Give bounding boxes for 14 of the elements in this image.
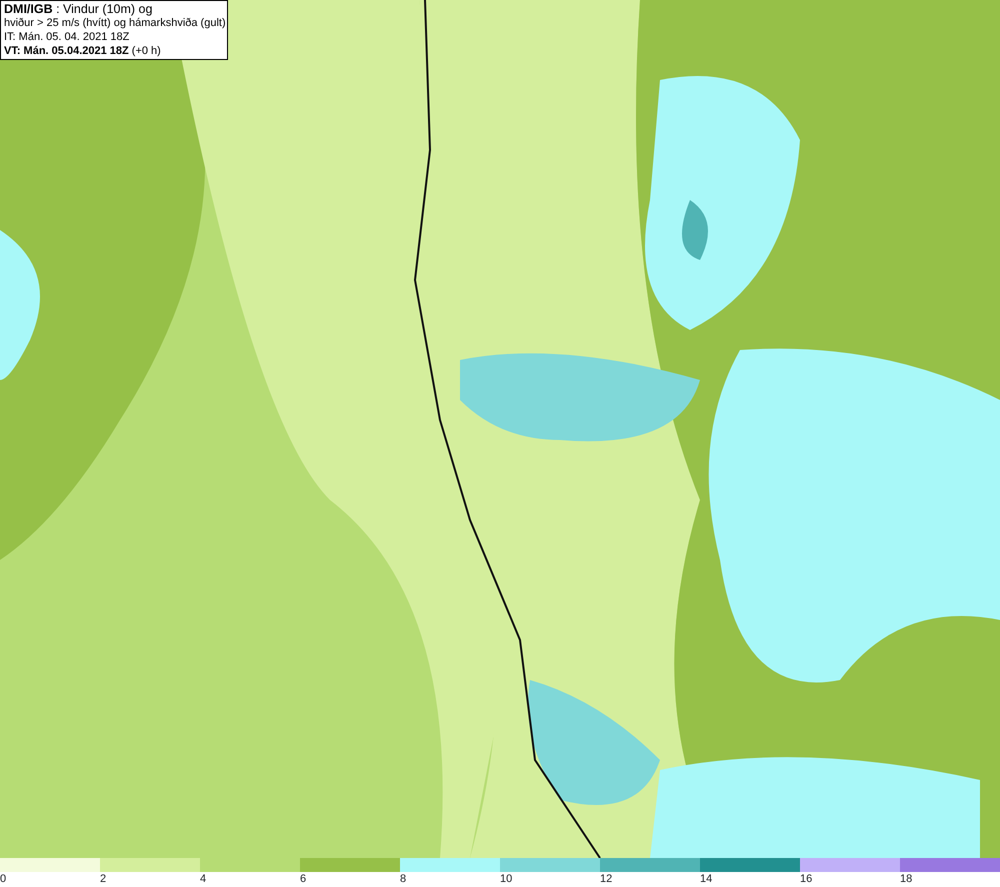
legend-label: 16: [800, 872, 812, 886]
legend-label: 6: [300, 872, 306, 886]
title-line: hviður > 25 m/s (hvítt) og hámarkshviða (gult): [4, 16, 224, 30]
legend-label: 0: [0, 872, 6, 886]
legend-label: 4: [200, 872, 206, 886]
title-line: IT: Mán. 05. 04. 2021 18Z: [4, 30, 130, 44]
legend-label: 14: [700, 872, 712, 886]
legend-label: 18: [900, 872, 912, 886]
legend-label: 12: [600, 872, 612, 886]
title-line: DMI/IGB : Vindur (10m) og: [4, 2, 154, 16]
legend-label: 2: [100, 872, 106, 886]
title-line: VT: Mán. 05.04.2021 18Z (+0 h): [4, 44, 162, 58]
legend-label: 10: [500, 872, 512, 886]
legend-label: 8: [400, 872, 406, 886]
